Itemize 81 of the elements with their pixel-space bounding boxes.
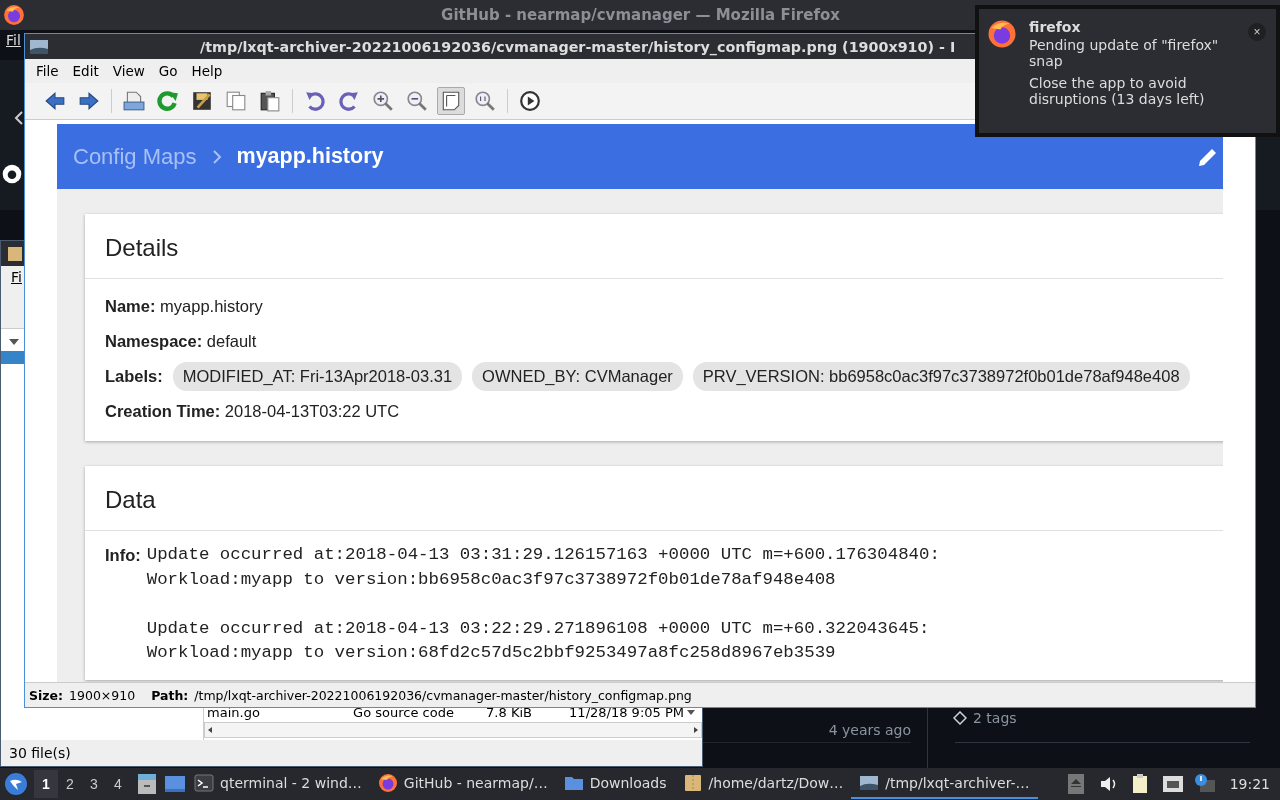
notification-message: Pending update of "firefox" snap xyxy=(1029,37,1220,69)
rotate-right-icon xyxy=(338,90,360,112)
desktop-icon[interactable] xyxy=(164,773,186,795)
task-button[interactable]: qterminal - 2 wind… xyxy=(186,769,370,799)
workspace-button[interactable]: 4 xyxy=(106,770,130,798)
menu-item[interactable]: Edit xyxy=(65,63,106,79)
page-fit-icon xyxy=(440,90,462,112)
label-chip: OWNED_BY: CVManager xyxy=(472,362,683,391)
folder-icon xyxy=(123,90,145,112)
scroll-left-icon[interactable] xyxy=(208,727,213,733)
menu-item[interactable]: View xyxy=(105,63,152,79)
horizontal-scrollbar[interactable] xyxy=(204,722,702,738)
task-button[interactable]: /home/dartz/Dow… xyxy=(674,769,852,799)
size-value: 1900×910 xyxy=(69,687,136,703)
label-chip: MODIFIED_AT: Fri-13Apr2018-03.31 xyxy=(172,362,463,391)
chevron-right-icon xyxy=(210,148,223,165)
notification-app: firefox xyxy=(1029,19,1082,35)
notification-icon[interactable] xyxy=(1193,774,1216,794)
fit-button[interactable] xyxy=(437,87,465,115)
forward-arrow-icon xyxy=(78,90,100,112)
window-title: GitHub - nearmap/cvmanager — Mozilla Firefox xyxy=(440,6,841,24)
image-icon xyxy=(30,38,48,55)
task-button[interactable]: Downloads xyxy=(555,769,675,799)
task-button[interactable]: GitHub - nearmap/… xyxy=(369,769,556,799)
card-title: Details xyxy=(105,234,179,261)
scroll-right-icon[interactable] xyxy=(694,727,698,733)
card-title: Data xyxy=(105,486,156,513)
tags-link[interactable]: 2 tags xyxy=(973,710,1017,726)
clock: 19:21 xyxy=(1229,776,1270,792)
menu-item[interactable]: Go xyxy=(151,63,185,79)
field-label: Info: xyxy=(105,545,141,566)
archive-icon xyxy=(7,245,23,262)
file-size: 7.8 KiB xyxy=(486,704,532,720)
window-title: /tmp/lxqt-archiver-20221006192036/cvmanager-master/history_configmap.png (1900x910) - I xyxy=(200,38,956,55)
paste-icon xyxy=(259,90,281,112)
field-text: Name: myapp.history xyxy=(105,297,263,316)
network-icon[interactable] xyxy=(1161,774,1184,794)
workspace-button[interactable]: 2 xyxy=(58,770,82,798)
file-date: 11/28/18 9:05 PM xyxy=(569,704,684,720)
breadcrumb-current: myapp.history xyxy=(236,144,384,169)
file-cabinet-icon[interactable] xyxy=(136,773,158,795)
copy-icon xyxy=(225,90,247,112)
archive-icon xyxy=(682,773,703,793)
workspace-button[interactable]: 1 xyxy=(34,770,58,798)
info-line: Update occurred at:2018-04-13 03:31:29.126157163 +0000 UTC m=+600.176304840: xyxy=(146,544,940,566)
close-button[interactable]: × xyxy=(1248,23,1266,41)
field-text: Namespace: default xyxy=(105,332,257,351)
reload-icon xyxy=(157,90,179,112)
file-count: 30 file(s) xyxy=(9,745,71,761)
back-arrow-icon xyxy=(44,90,66,112)
firefox-icon xyxy=(377,773,398,793)
workspace-button[interactable]: 3 xyxy=(82,770,106,798)
task-button[interactable]: /tmp/lxqt-archiver-… xyxy=(851,769,1038,799)
dropdown-arrow-icon[interactable] xyxy=(6,337,22,347)
menu-item[interactable]: Help xyxy=(184,63,230,79)
menu-item[interactable]: File xyxy=(29,63,66,79)
field-text: Creation Time: 2018-04-13T03:22 UTC xyxy=(105,402,400,421)
firefox-icon xyxy=(987,19,1017,49)
field-label: Labels: xyxy=(105,367,163,386)
zoom-original-icon xyxy=(474,90,496,112)
file-type: Go source code xyxy=(353,704,454,720)
path-value: /tmp/lxqt-archiver-20221006192036/cvmanager-master/history_configmap.png xyxy=(194,687,692,703)
image-icon xyxy=(859,773,880,793)
label-chip: PRV_VERSION: bb6958c0ac3f97c3738972f0b01de78af948e408 xyxy=(692,362,1190,391)
info-line: Workload:myapp to version:bb6958c0ac3f97c3738972f0b01de78af948e408 xyxy=(146,568,837,591)
terminal-icon xyxy=(194,773,214,793)
tag-icon xyxy=(953,711,967,725)
info-line: Update occurred at:2018-04-13 03:22:29.271896108 +0000 UTC m=+60.322043645: xyxy=(146,617,931,640)
menu-item[interactable]: Fil xyxy=(6,32,21,48)
notification-detail: Close the app to avoid disruptions (13 days left) xyxy=(1029,75,1206,107)
zoom-in-icon xyxy=(372,90,394,112)
zoom-out-icon xyxy=(406,90,428,112)
menu-item[interactable]: Fi xyxy=(11,269,22,285)
bird-menu-icon[interactable] xyxy=(4,772,28,796)
firefox-icon xyxy=(3,4,25,26)
file-name[interactable]: main.go xyxy=(207,704,260,720)
size-label: Size: xyxy=(29,687,64,703)
path-label: Path: xyxy=(151,687,189,703)
rotate-left-icon xyxy=(304,90,326,112)
play-icon xyxy=(519,90,541,112)
info-line: Workload:myapp to version:68fd2c57d5c2bbf9253497a8fc258d8967eb3539 xyxy=(146,642,837,664)
